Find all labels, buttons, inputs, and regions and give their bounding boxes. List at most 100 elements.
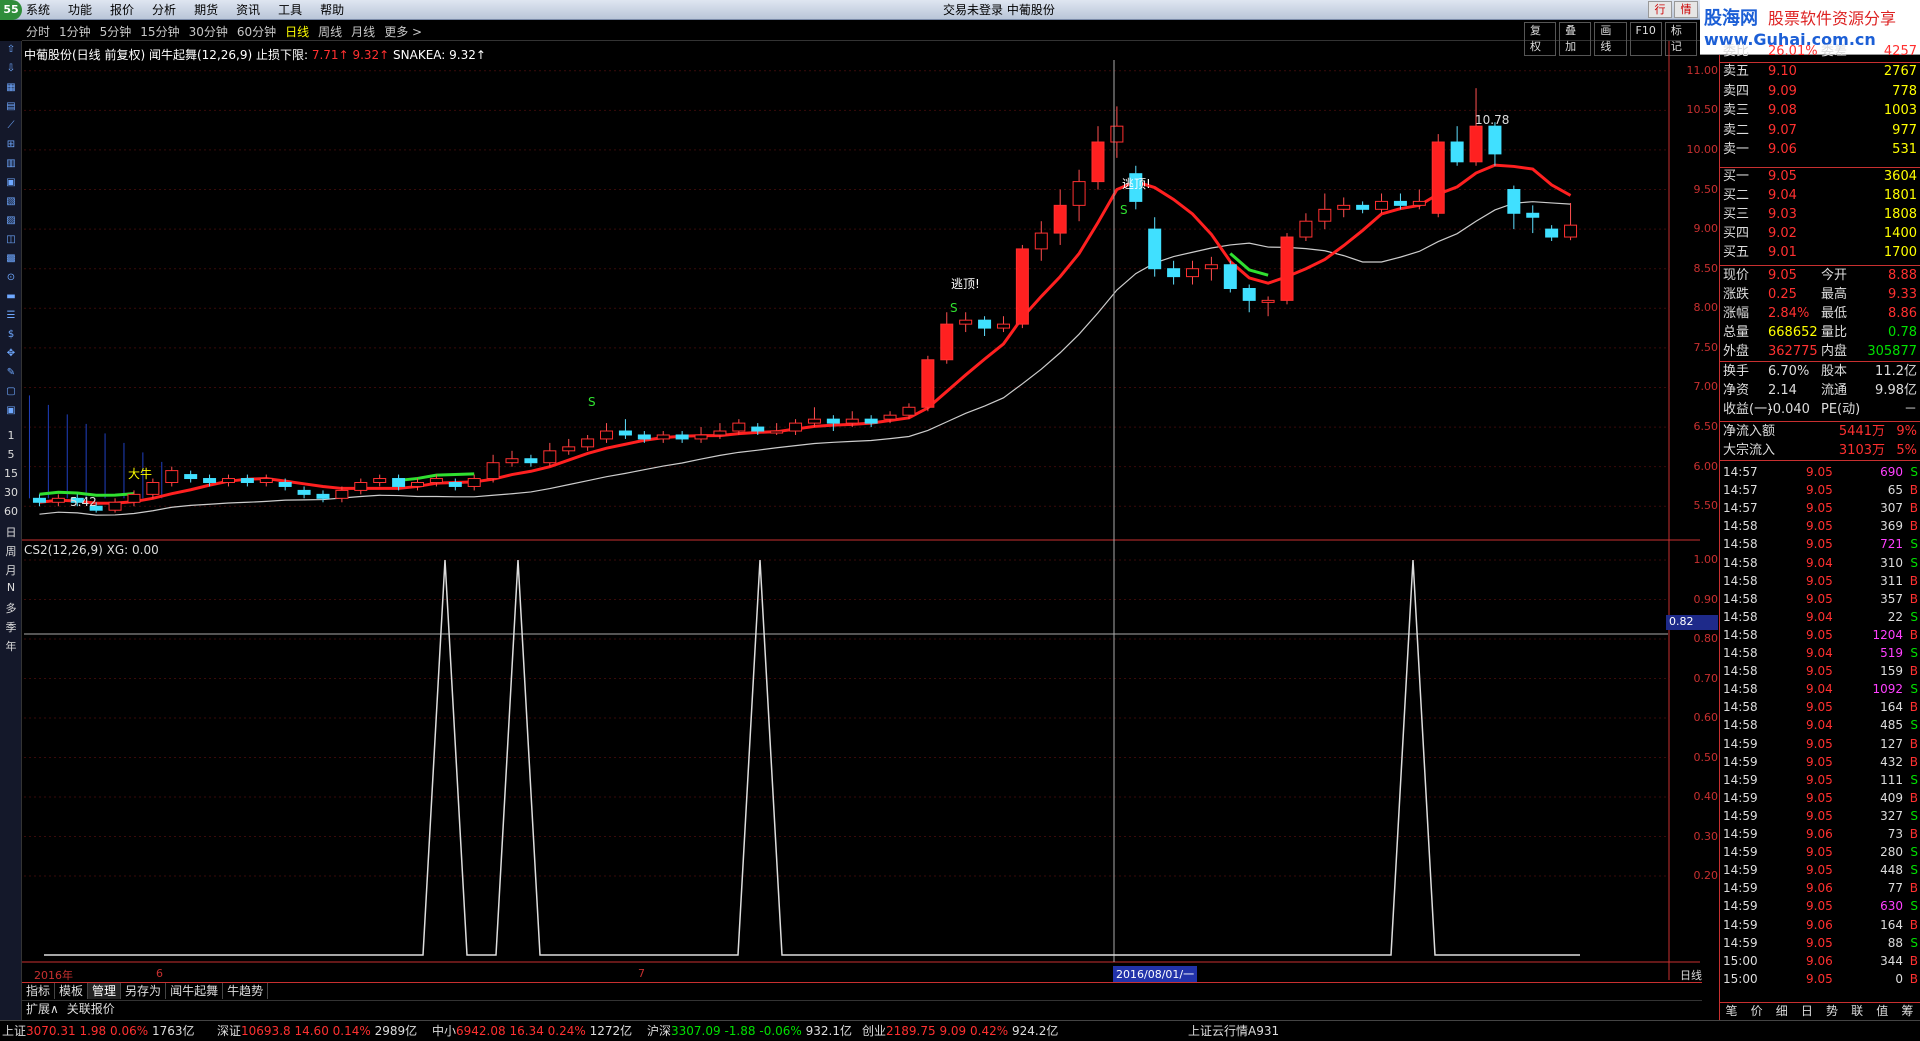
row-value: 9.08 [1768, 103, 1797, 118]
row-label: 换手 [1723, 364, 1750, 379]
tick-row: 15:00 9.05 0 B [1720, 970, 1920, 988]
candle-body [1469, 125, 1483, 163]
price-axis-label: 6.00 [1693, 459, 1719, 473]
quote-tab[interactable]: 笔 [1719, 1003, 1744, 1019]
tick-row: 14:58 9.04 310 S [1720, 554, 1920, 572]
candle-body [486, 462, 500, 480]
tick-volume: 448 [1880, 863, 1903, 878]
stat-row: 涨跌 0.25 最高 9.33 [1720, 286, 1920, 304]
candle-body [278, 481, 292, 487]
ticker-change: 16.34 [509, 1024, 544, 1038]
row-value: 9.02 [1768, 226, 1797, 241]
tick-price: 9.05 [1806, 971, 1833, 986]
extension-tabs: 扩展∧ 关联报价 [22, 1000, 1702, 1017]
tick-time: 14:58 [1723, 664, 1758, 679]
panel-divider [1720, 265, 1920, 266]
candle-body [826, 418, 840, 424]
tick-price: 9.05 [1806, 772, 1833, 787]
tab-template[interactable]: 模板 [55, 983, 89, 999]
row-value: 6.70% [1768, 364, 1810, 379]
row-value-2: 1808 [1883, 207, 1917, 222]
candle-body [259, 478, 273, 483]
tick-price: 9.05 [1806, 501, 1833, 516]
tick-time: 14:58 [1723, 646, 1758, 660]
tick-volume: 164 [1880, 700, 1903, 715]
tab-manage[interactable]: 管理 [88, 983, 122, 999]
tick-side: B [1909, 483, 1918, 498]
quote-tab[interactable]: 联 [1845, 1003, 1870, 1019]
quote-tab[interactable]: 价 [1744, 1003, 1769, 1019]
row-label: 净资 [1723, 383, 1750, 398]
flow-row: 净流入额 5441万 9% [1720, 423, 1920, 441]
tick-side: B [1909, 790, 1918, 805]
ticker-item[interactable]: 中小6942.08 16.34 0.24% 1272亿 [432, 1021, 632, 1041]
ticker-value: 10693.8 [241, 1024, 291, 1038]
quote-tab[interactable]: 值 [1870, 1003, 1895, 1019]
ticker-item[interactable]: 深证10693.8 14.60 0.14% 2989亿 [217, 1021, 417, 1041]
tick-price: 9.05 [1806, 700, 1833, 715]
tick-volume: 485 [1880, 718, 1903, 733]
price-axis-label: 10.00 [1686, 142, 1719, 156]
price-axis-label: 9.50 [1693, 182, 1719, 196]
candle-body [996, 323, 1010, 329]
tab-expand[interactable]: 扩展∧ [22, 1001, 63, 1017]
sell-level: 卖四 9.09 778 [1720, 83, 1920, 101]
tick-row: 14:59 9.05 630 S [1720, 897, 1920, 915]
indicator-title: CS2(12,26,9) XG: 0.00 [24, 543, 159, 557]
tick-side: B [1909, 736, 1918, 751]
tab-niuqushi[interactable]: 牛趋势 [223, 983, 269, 999]
candle-body [1015, 248, 1029, 325]
candle-body [32, 497, 46, 503]
tick-volume: 164 [1880, 917, 1903, 932]
row-label: 委比 [1723, 44, 1750, 59]
ticker-item[interactable]: 沪深3307.09 -1.88 -0.06% 932.1亿 [647, 1021, 852, 1041]
tick-time: 14:58 [1723, 555, 1758, 570]
tick-time: 14:57 [1723, 483, 1758, 498]
tick-side: B [1909, 700, 1918, 715]
candle-body [902, 406, 916, 416]
tick-side: B [1909, 953, 1918, 968]
candle-body [448, 481, 462, 487]
price-axis-label: 7.00 [1693, 380, 1719, 394]
stop-loss-arrow-2: ↑ [379, 48, 390, 62]
cloud-quote-label[interactable]: 上证云行情A931 [1188, 1021, 1279, 1041]
ticker-item[interactable]: 创业2189.75 9.09 0.42% 924.2亿 [862, 1021, 1058, 1041]
tick-row: 14:58 9.04 22 S [1720, 608, 1920, 626]
tab-wenniu[interactable]: 闻牛起舞 [166, 983, 224, 999]
candle-body [1375, 200, 1389, 210]
row-value-2: 977 [1892, 122, 1917, 138]
tick-side: S [1910, 465, 1918, 479]
tick-side: S [1910, 537, 1918, 552]
tick-row: 14:58 9.05 159 B [1720, 662, 1920, 680]
candle-body [1488, 125, 1502, 155]
tick-side: B [1909, 519, 1918, 534]
candle-body [127, 493, 141, 503]
tick-time: 14:59 [1723, 845, 1758, 860]
ticker-value: 6942.08 [456, 1024, 506, 1038]
row-label: 买二 [1723, 188, 1750, 203]
tick-side: S [1910, 646, 1918, 660]
tab-related-quote[interactable]: 关联报价 [63, 1001, 119, 1017]
quote-tab[interactable]: 筹 [1895, 1003, 1920, 1019]
escape-signal: 逃顶! [1122, 177, 1151, 191]
quote-tab[interactable]: 势 [1820, 1003, 1845, 1019]
candle-body [51, 497, 65, 503]
tick-time: 14:58 [1723, 682, 1758, 697]
tick-time: 14:58 [1723, 591, 1758, 606]
candle-body [713, 430, 727, 436]
candle-body [1507, 189, 1521, 214]
quote-tab[interactable]: 日 [1794, 1003, 1819, 1019]
tick-time: 14:57 [1723, 501, 1758, 516]
tick-price: 9.04 [1806, 718, 1833, 733]
tab-save-as[interactable]: 另存为 [121, 983, 167, 999]
row-label: 总量 [1723, 325, 1750, 340]
quote-tab[interactable]: 细 [1769, 1003, 1794, 1019]
flow-pct: 9% [1896, 424, 1917, 439]
price-axis-label: 8.00 [1693, 301, 1719, 315]
kline-chart[interactable]: 10.78 5.42 逃顶! 逃顶! 大牛 S S S [0, 0, 1700, 1000]
stop-loss-value: 7.71 [311, 48, 339, 62]
tick-row: 14:59 9.05 111 S [1720, 771, 1920, 789]
tab-indicator[interactable]: 指标 [22, 983, 56, 999]
ticker-item[interactable]: 上证3070.31 1.98 0.06% 1763亿 [2, 1021, 195, 1041]
tick-row: 14:58 9.05 721 S [1720, 535, 1920, 553]
